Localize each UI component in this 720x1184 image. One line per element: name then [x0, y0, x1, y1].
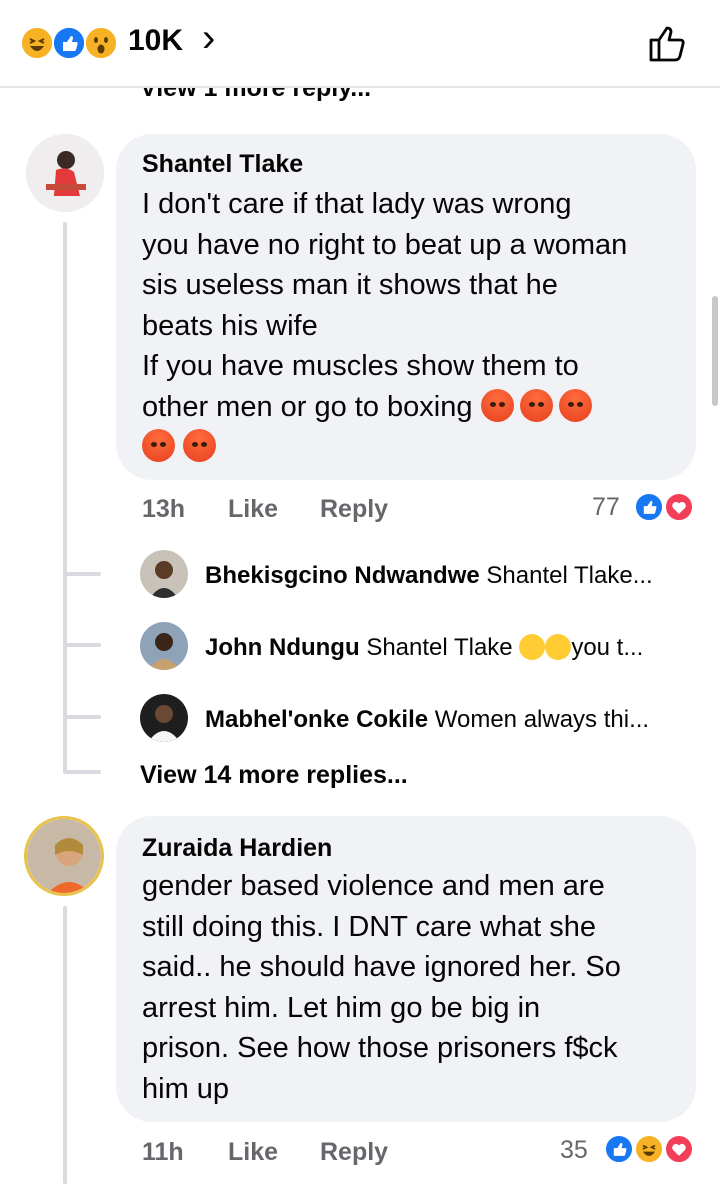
thread-line [63, 222, 67, 774]
collapsed-reply-link[interactable]: View 1 more reply... [140, 88, 440, 104]
laughing-icon [519, 634, 546, 660]
comment-text: I don't care if that lady was wrong you … [142, 184, 682, 468]
like-icon[interactable] [604, 1134, 634, 1164]
avatar[interactable] [140, 622, 188, 670]
like-icon [52, 26, 86, 60]
comment-author[interactable]: Shantel Tlake [142, 150, 303, 179]
love-icon[interactable] [664, 1134, 694, 1164]
angry-icon [183, 429, 216, 462]
angry-icon [558, 388, 592, 422]
avatar[interactable] [26, 134, 104, 212]
comment-author[interactable]: Zuraida Hardien [142, 834, 332, 863]
reaction-count[interactable]: 10K [128, 24, 183, 58]
chevron-right-icon[interactable]: › [202, 16, 215, 61]
like-icon[interactable] [634, 492, 664, 522]
comment-reaction-count[interactable]: 35 [560, 1136, 588, 1165]
haha-icon[interactable] [634, 1134, 664, 1164]
laughing-icon [545, 634, 572, 660]
reply-branch [65, 572, 101, 576]
angry-icon [480, 388, 514, 422]
haha-icon [20, 26, 54, 60]
reply-preview[interactable]: John Ndungu Shantel Tlake you t... [205, 634, 643, 662]
like-button[interactable]: Like [228, 1138, 278, 1167]
reactions-header: 10K › [0, 0, 720, 86]
reply-button[interactable]: Reply [320, 495, 388, 524]
avatar[interactable] [140, 694, 188, 742]
reply-preview[interactable]: Mabhel'onke Cokile Women always thi... [205, 706, 649, 734]
reply-branch [65, 770, 101, 774]
reply-branch [65, 715, 101, 719]
wow-icon [84, 26, 118, 60]
avatar[interactable] [140, 550, 188, 598]
comment-time[interactable]: 11h [142, 1138, 184, 1167]
scrollbar[interactable] [712, 296, 718, 406]
reply-button[interactable]: Reply [320, 1138, 388, 1167]
thread-line [63, 906, 67, 1184]
thumbs-up-outline-icon[interactable] [646, 22, 690, 66]
reply-preview[interactable]: Bhekisgcino Ndwandwe Shantel Tlake... [205, 562, 653, 590]
love-icon[interactable] [664, 492, 694, 522]
reply-branch [65, 643, 101, 647]
angry-icon [142, 429, 175, 462]
like-button[interactable]: Like [228, 495, 278, 524]
avatar[interactable] [24, 816, 104, 896]
angry-icon [519, 388, 553, 422]
comment-reaction-count[interactable]: 77 [592, 493, 620, 522]
comment-text: gender based violence and men are still … [142, 870, 621, 1105]
comment-time[interactable]: 13h [142, 495, 185, 524]
view-more-replies-link[interactable]: View 14 more replies... [140, 761, 408, 790]
